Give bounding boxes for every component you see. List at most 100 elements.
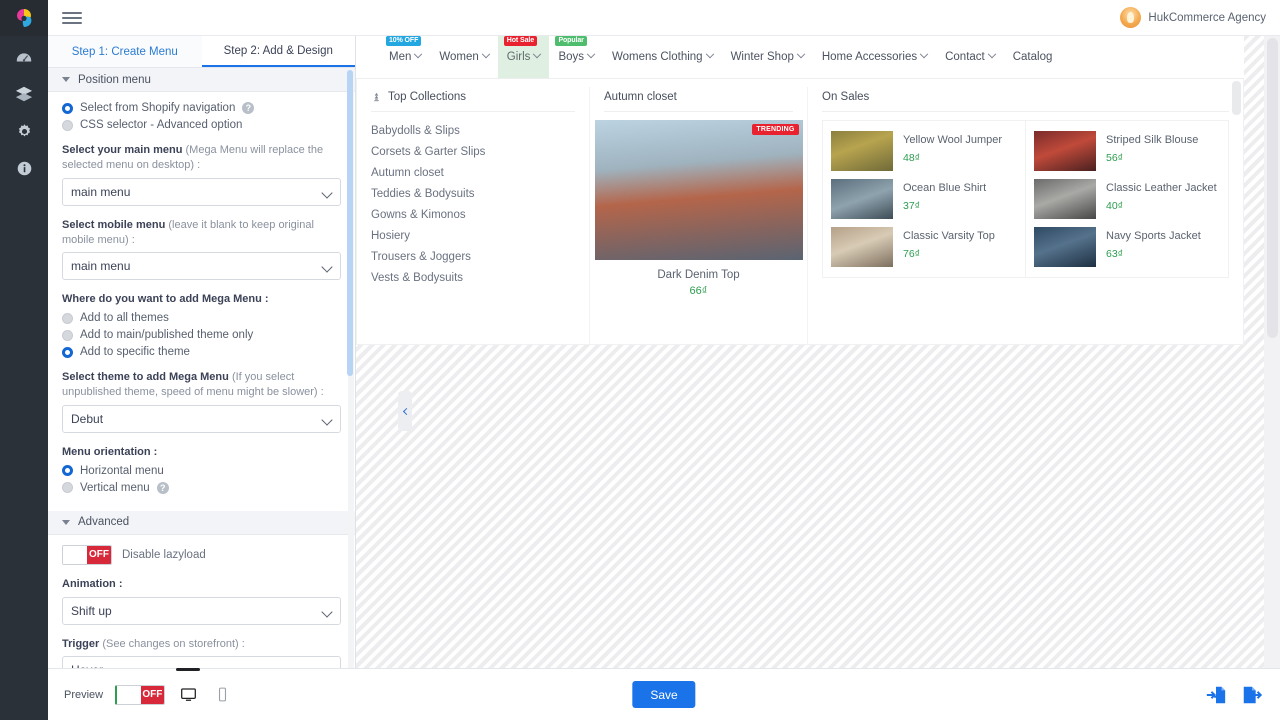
preview-scrollbar-track[interactable] bbox=[1264, 36, 1280, 668]
hamburger-icon[interactable] bbox=[62, 10, 82, 26]
collection-link[interactable]: Gowns & Kimonos bbox=[371, 204, 575, 225]
tab-step-1[interactable]: Step 1: Create Menu bbox=[48, 36, 202, 67]
app-logo[interactable] bbox=[0, 0, 48, 36]
panel-scrollbar-track[interactable] bbox=[348, 68, 354, 668]
product-image bbox=[831, 179, 893, 219]
panel-scrollbar-thumb[interactable] bbox=[347, 70, 353, 376]
radio-css-selector[interactable]: CSS selector - Advanced option bbox=[62, 119, 341, 131]
radio-horizontal-menu[interactable]: Horizontal menu bbox=[62, 465, 341, 477]
help-icon[interactable]: ? bbox=[157, 482, 169, 494]
collection-link[interactable]: Hosiery bbox=[371, 225, 575, 246]
export-button[interactable] bbox=[1240, 683, 1264, 707]
product-image bbox=[831, 227, 893, 267]
toggle-knob bbox=[63, 546, 87, 564]
mega-menu-scrollbar-thumb[interactable] bbox=[1232, 81, 1241, 115]
settings-panel: Step 1: Create Menu Step 2: Add & Design… bbox=[48, 36, 356, 668]
featured-product[interactable]: TRENDING Dark Denim Top 66₫ bbox=[604, 120, 793, 297]
trigger-select[interactable]: Hover bbox=[62, 656, 341, 668]
product-item[interactable]: Classic Varsity Top 76₫ bbox=[831, 223, 1017, 271]
device-desktop-button[interactable] bbox=[177, 684, 199, 706]
preview-scrollbar-thumb[interactable] bbox=[1267, 38, 1278, 338]
mobile-menu-select[interactable]: main menu bbox=[62, 252, 341, 280]
nav-item-catalog[interactable]: Catalog bbox=[1004, 36, 1062, 78]
radio-vertical-menu[interactable]: Vertical menu ? bbox=[62, 482, 341, 494]
chevron-down-icon bbox=[482, 49, 490, 57]
collection-link[interactable]: Vests & Bodysuits bbox=[371, 267, 575, 288]
nav-item-boys[interactable]: Popular Boys bbox=[549, 36, 603, 78]
collection-link[interactable]: Trousers & Joggers bbox=[371, 246, 575, 267]
theme-select[interactable]: Debut bbox=[62, 405, 341, 433]
nav-item-men[interactable]: 10% OFF Men bbox=[380, 36, 430, 78]
toggle-state: OFF bbox=[141, 686, 165, 704]
section-header-position-menu[interactable]: Position menu bbox=[48, 68, 355, 92]
nav-item-home-accessories[interactable]: Home Accessories bbox=[813, 36, 936, 78]
toggle-preview[interactable]: OFF bbox=[115, 685, 165, 705]
nav-label: Womens Clothing bbox=[612, 51, 703, 63]
layers-icon bbox=[15, 85, 33, 103]
product-price: 37₫ bbox=[903, 200, 986, 212]
nav-item-womens-clothing[interactable]: Womens Clothing bbox=[603, 36, 722, 78]
nav-label: Winter Shop bbox=[731, 51, 794, 63]
radio-published-theme[interactable]: Add to main/published theme only bbox=[62, 329, 341, 341]
label-main-menu: Select your main menu (Mega Menu will re… bbox=[62, 143, 341, 173]
nav-label: Women bbox=[439, 51, 478, 63]
nav-item-women[interactable]: Women bbox=[430, 36, 497, 78]
collection-link[interactable]: Teddies & Bodysuits bbox=[371, 183, 575, 204]
preview-area: 10% OFF Men Women Hot Sale Girls bbox=[356, 36, 1280, 668]
product-item[interactable]: Navy Sports Jacket 63₫ bbox=[1034, 223, 1220, 271]
nav-badge: Popular bbox=[555, 36, 586, 46]
body-row: Step 1: Create Menu Step 2: Add & Design… bbox=[48, 36, 1280, 668]
product-item[interactable]: Classic Leather Jacket 40₫ bbox=[1034, 175, 1220, 223]
chevron-down-icon bbox=[533, 49, 541, 57]
nav-item-girls[interactable]: Hot Sale Girls bbox=[498, 36, 550, 78]
on-sales-left-column: Yellow Wool Jumper 48₫ Ocean Blue Shirt bbox=[823, 121, 1025, 277]
import-button[interactable] bbox=[1204, 683, 1228, 707]
sidebar-item-dashboard[interactable] bbox=[11, 46, 37, 68]
radio-indicator bbox=[62, 313, 73, 324]
radio-label: Add to specific theme bbox=[80, 346, 190, 358]
animation-select[interactable]: Shift up bbox=[62, 597, 341, 625]
radio-all-themes[interactable]: Add to all themes bbox=[62, 312, 341, 324]
product-price: 63₫ bbox=[1106, 248, 1201, 260]
sidebar-item-settings[interactable] bbox=[11, 120, 37, 142]
product-item[interactable]: Striped Silk Blouse 56₫ bbox=[1034, 127, 1220, 175]
account-menu[interactable]: HukCommerce Agency bbox=[1120, 7, 1266, 28]
product-name: Ocean Blue Shirt bbox=[903, 181, 986, 195]
collection-link[interactable]: Babydolls & Slips bbox=[371, 120, 575, 141]
featured-product-name: Dark Denim Top bbox=[657, 269, 739, 281]
save-button[interactable]: Save bbox=[632, 681, 695, 708]
export-icon bbox=[1241, 684, 1263, 706]
sidebar-item-layers[interactable] bbox=[11, 83, 37, 105]
radio-shopify-navigation[interactable]: Select from Shopify navigation ? bbox=[62, 102, 341, 114]
product-name: Classic Varsity Top bbox=[903, 229, 995, 243]
main-menu-select[interactable]: main menu bbox=[62, 178, 341, 206]
panel-collapse-handle[interactable] bbox=[398, 391, 412, 431]
mega-column-collections: Top Collections Babydolls & Slips Corset… bbox=[357, 87, 589, 344]
nav-item-winter-shop[interactable]: Winter Shop bbox=[722, 36, 813, 78]
tab-step-2[interactable]: Step 2: Add & Design bbox=[202, 36, 356, 67]
featured-product-price: 66₫ bbox=[690, 285, 708, 297]
device-mobile-button[interactable] bbox=[211, 684, 233, 706]
featured-title: Autumn closet bbox=[604, 91, 793, 112]
rail-icon-list bbox=[11, 36, 37, 179]
radio-label: Select from Shopify navigation bbox=[80, 102, 235, 114]
help-icon[interactable]: ? bbox=[242, 102, 254, 114]
product-item[interactable]: Yellow Wool Jumper 48₫ bbox=[831, 127, 1017, 175]
sidebar-item-info[interactable] bbox=[11, 157, 37, 179]
toggle-row-lazyload: OFF Disable lazyload bbox=[62, 545, 341, 565]
desktop-icon bbox=[180, 686, 197, 703]
section-header-advanced[interactable]: Advanced bbox=[48, 511, 355, 535]
collection-link[interactable]: Autumn closet bbox=[371, 162, 575, 183]
chevron-down-icon bbox=[987, 49, 995, 57]
wizard-tabs: Step 1: Create Menu Step 2: Add & Design bbox=[48, 36, 355, 68]
toggle-disable-lazyload[interactable]: OFF bbox=[62, 545, 112, 565]
storefront-nav-items: 10% OFF Men Women Hot Sale Girls bbox=[356, 36, 1061, 78]
toggle-state: OFF bbox=[87, 546, 111, 564]
product-item[interactable]: Ocean Blue Shirt 37₫ bbox=[831, 175, 1017, 223]
collection-link[interactable]: Corsets & Garter Slips bbox=[371, 141, 575, 162]
main-column: HukCommerce Agency Step 1: Create Menu S… bbox=[48, 0, 1280, 720]
top-header: HukCommerce Agency bbox=[48, 0, 1280, 36]
radio-specific-theme[interactable]: Add to specific theme bbox=[62, 346, 341, 358]
chevron-down-icon bbox=[797, 49, 805, 57]
nav-item-contact[interactable]: Contact bbox=[936, 36, 1004, 78]
